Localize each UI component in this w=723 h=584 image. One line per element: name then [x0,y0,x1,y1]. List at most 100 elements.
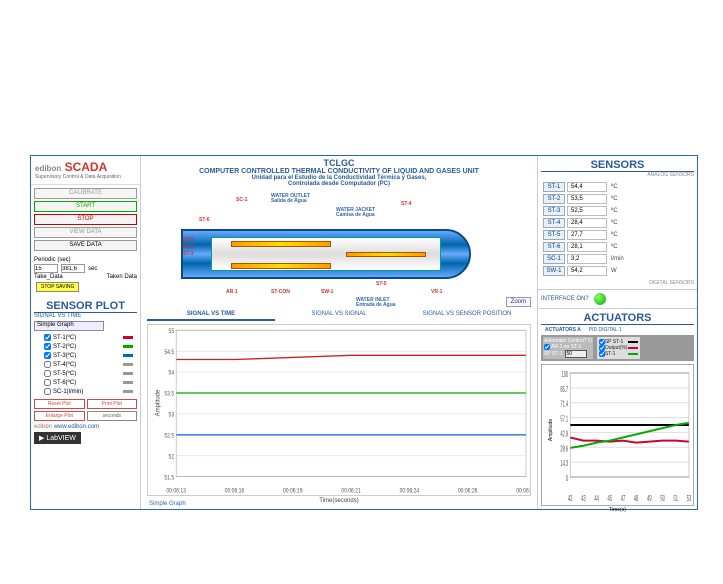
calibrate-button[interactable]: CALIBRATE [34,188,137,199]
legend-label: ST-2(ºC) [53,344,76,350]
actuator-tabs: ACTUATORS A PID DIGITAL 1 [541,325,694,335]
sensor-row: ST-628,1ºC [543,242,692,252]
svg-text:48: 48 [634,495,639,504]
app-window: edibon SCADA Supervisory Control & Data … [30,155,698,510]
logo-subtitle: Supervisory Control & Data Acquisition [35,174,136,180]
svg-text:28.6: 28.6 [560,445,568,454]
legend-label: SC-1(l/min) [53,389,83,395]
periodic-from-input[interactable] [34,264,58,273]
sensor-unit: ºC [609,218,692,228]
svg-text:47: 47 [621,495,626,504]
svg-text:00:06:16: 00:06:16 [225,488,245,495]
save-data-button[interactable]: SAVE DATA [34,240,137,251]
sensor-unit: ºC [609,194,692,204]
legend-checkbox[interactable] [44,352,51,359]
periodic-panel: Periodic (sec) sec Take_Data Taken Data … [31,254,140,297]
sensor-row: ST-352,5ºC [543,206,692,216]
stop-saving-button[interactable]: STOP SAVING [36,282,79,292]
label-st6: ST-6 [199,217,210,223]
sensor-unit: W [609,266,692,276]
legend-checkbox[interactable] [44,370,51,377]
sp-value-input[interactable]: 50 [565,350,587,358]
legend-swatch [123,345,133,348]
legend-checkbox[interactable] [44,361,51,368]
svg-text:00:06:26: 00:06:26 [458,488,478,495]
actuators-panel: ACTUATORS ACTUATORS A PID DIGITAL 1 Auto… [538,309,697,509]
mini-chart[interactable]: Amplitude Time(s) 014.328.642.957.171.48… [541,364,694,506]
actuators-legend: SP ST-1 Output(%) ST-1 [597,337,640,359]
label-entrada: Entrada de Agua [356,302,396,308]
sensor-tag: SC-1 [543,254,565,264]
label-st4: ST-4 [401,201,412,207]
act-legend-swatch [628,341,638,343]
svg-text:54: 54 [169,370,175,377]
seconds-button[interactable]: seconds [87,411,138,421]
plot-buttons: Reset Plot Print Plot Enlarge Plot secon… [34,399,137,421]
legend-swatch [123,363,133,366]
website-link[interactable]: edibon www.edibon.com [34,424,137,430]
sensor-row: ST-154,4ºC [543,182,692,192]
product-text: SCADA [65,160,108,174]
ar1-checkbox[interactable] [544,344,550,350]
svg-text:49: 49 [647,495,652,504]
label-st3: ST-3 [183,244,194,250]
legend-checkbox[interactable] [44,379,51,386]
interface-row: INTERFACE ON? [538,289,697,309]
tab-signal-position[interactable]: SIGNAL VS SENSOR POSITION [403,309,531,321]
stop-button[interactable]: STOP [34,214,137,225]
tab-signal-signal[interactable]: SIGNAL VS SIGNAL [275,309,403,321]
sensor-table: ST-154,4ºCST-253,5ºCST-352,5ºCST-428,4ºC… [541,180,694,278]
legend-label: ST-3(ºC) [53,353,76,359]
sensor-tag: ST-2 [543,194,565,204]
chart-tabs: SIGNAL VS TIME SIGNAL VS SIGNAL SIGNAL V… [141,309,537,321]
svg-text:45: 45 [608,495,613,504]
legend-swatch [123,336,133,339]
y-axis-label: Amplitude [155,390,161,417]
sensor-tag: ST-1 [543,182,565,192]
act-legend-swatch [628,347,638,349]
svg-text:100: 100 [561,371,568,380]
sensor-row: SW-154,2W [543,266,692,276]
periodic-label: Periodic (sec) [34,257,137,263]
legend-row: ST-4(ºC) [44,360,137,369]
sensor-tag: ST-5 [543,230,565,240]
sensor-unit: ºC [609,182,692,192]
reset-plot-button[interactable]: Reset Plot [34,399,85,409]
legend-label: ST-4(ºC) [53,362,76,368]
legend-row: ST-5(ºC) [44,369,137,378]
sensor-row: SC-13,2l/min [543,254,692,264]
sensor-value: 3,2 [567,254,607,264]
view-data-button[interactable]: VIEW DATA [34,227,137,238]
legend-checkbox[interactable] [44,343,51,350]
mini-y-label: Amplitude [548,419,554,441]
tab-signal-time[interactable]: SIGNAL VS TIME [147,309,275,321]
start-button[interactable]: START [34,201,137,212]
actuators-title: ACTUATORS [541,312,694,325]
brand-text: edibon [35,164,61,173]
logo-box: edibon SCADA Supervisory Control & Data … [31,156,140,185]
sensors-panel: SENSORS ANALOG SENSORS ST-154,4ºCST-253,… [538,156,697,289]
main-chart[interactable]: Amplitude Time(seconds) 51.55252.55353.5… [147,324,531,496]
svg-text:52: 52 [169,454,175,461]
print-plot-button[interactable]: Print Plot [87,399,138,409]
analog-label: ANALOG SENSORS [541,172,694,178]
zoom-button[interactable]: Zoom [506,297,531,307]
scada-logo: edibon SCADA [35,160,136,174]
legend-checkbox[interactable] [44,334,51,341]
tab-pid[interactable]: PID DIGITAL 1 [585,325,626,335]
legend-checkbox[interactable] [44,388,51,395]
graph-type-dropdown[interactable]: Simple Graph [34,321,104,331]
sensor-value: 27,7 [567,230,607,240]
sensor-value: 54,4 [567,182,607,192]
legend-row: ST-6(ºC) [44,378,137,387]
enlarge-plot-button[interactable]: Enlarge Plot [34,411,85,421]
legend-swatch [123,390,133,393]
legend-row: SC-1(l/min) [44,387,137,396]
svg-text:57.1: 57.1 [560,415,568,424]
periodic-to-input[interactable] [61,264,85,273]
sensor-unit: ºC [609,242,692,252]
sensor-value: 53,5 [567,194,607,204]
svg-text:14.3: 14.3 [560,460,568,469]
tab-actuators-a[interactable]: ACTUATORS A [541,325,585,335]
sensor-plot-sub: SIGNAL VS TIME [34,313,137,319]
